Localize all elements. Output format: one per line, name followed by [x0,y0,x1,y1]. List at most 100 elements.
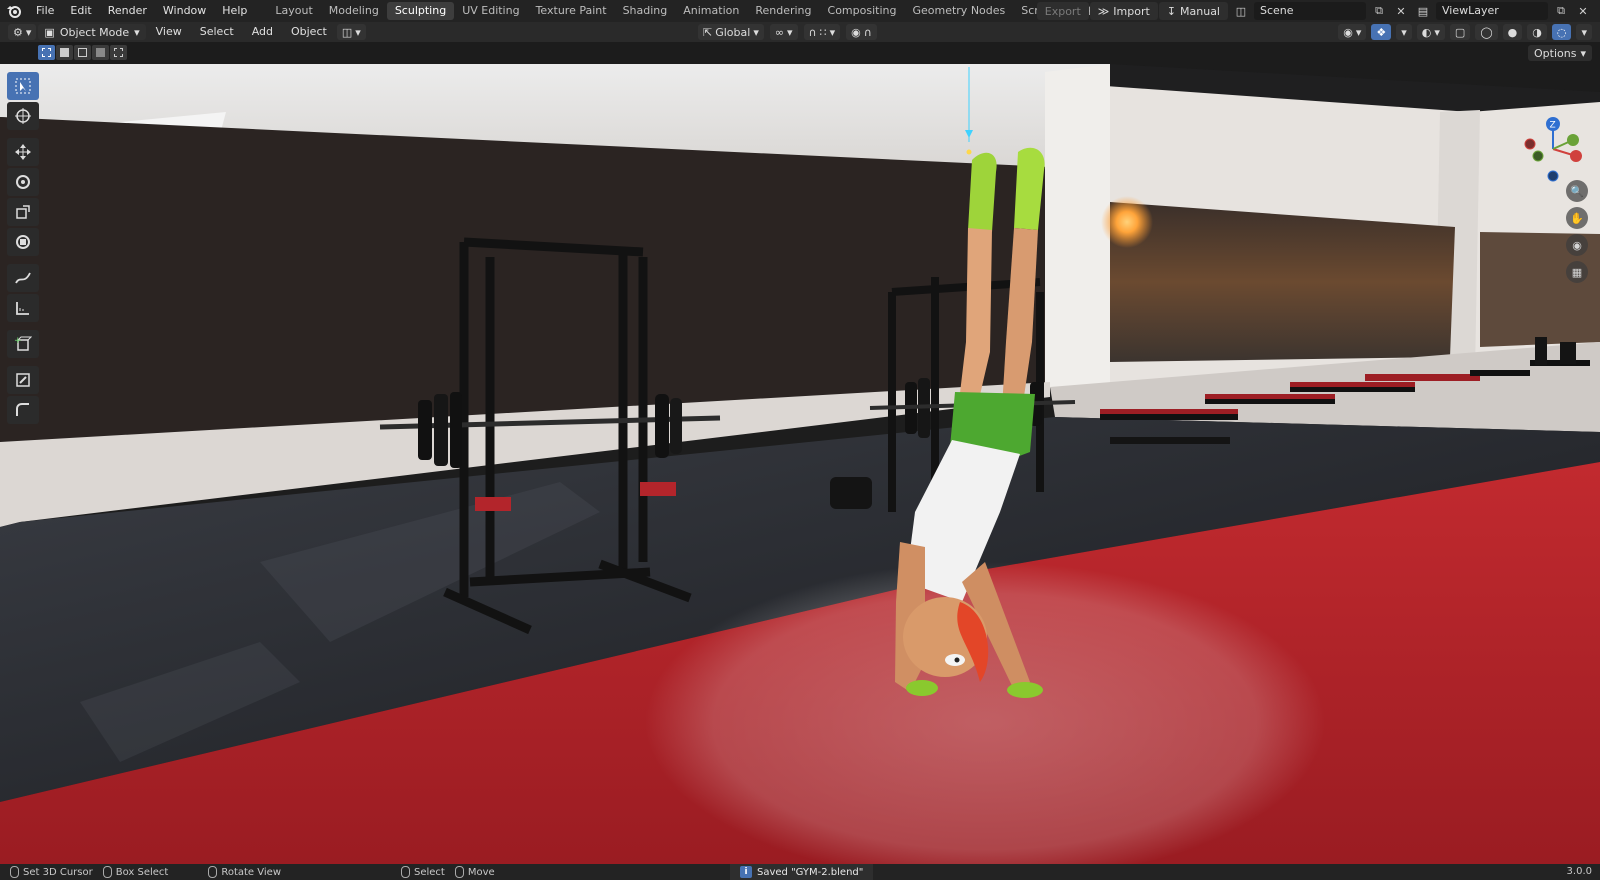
header-extra-dropdown[interactable]: ◫ ▾ [336,24,366,40]
info-icon: i [740,866,752,878]
status-move-label: Move [467,866,495,878]
select-new-button[interactable] [38,45,55,60]
tab-modeling[interactable]: Modeling [321,2,387,20]
chevron-down-icon: ▾ [1580,46,1586,60]
mouse-middle-icon [208,866,218,878]
status-select: Select [401,866,445,878]
view-layer-icon[interactable]: ▤ [1414,2,1432,20]
header-menu-select[interactable]: Select [192,22,242,42]
transform-orientation-dropdown[interactable]: ⇱ Global ▾ [698,24,764,40]
header-menu-object[interactable]: Object [283,22,335,42]
transform-tool[interactable] [7,228,39,256]
tab-uv-editing[interactable]: UV Editing [454,2,527,20]
manual-button[interactable]: ↧ Manual [1158,2,1228,20]
top-menu-bar: File Edit Render Window Help Layout Mode… [0,0,1600,22]
orientation-label: Global [715,25,751,39]
snap-grid-icon: ∷ [819,25,827,39]
zoom-button[interactable]: 🔍 [1566,180,1588,202]
select-intersect-button[interactable] [110,45,127,60]
shading-solid[interactable]: ● [1502,24,1523,40]
mouse-right-drag-icon [454,866,464,878]
scene-name-field[interactable]: Scene [1254,2,1366,20]
editor-type-button[interactable]: ⚙ ▾ [8,24,37,40]
annotate-tool[interactable] [7,264,39,292]
download-icon: ↧ [1166,4,1177,18]
shading-rendered[interactable]: ◌ [1551,24,1572,40]
tab-texture-paint[interactable]: Texture Paint [528,2,615,20]
pan-button[interactable]: ✋ [1566,207,1588,229]
version-label: 3.0.0 [1566,866,1592,877]
ortho-toggle-button[interactable]: ▦ [1566,261,1588,283]
header-menu-view[interactable]: View [148,22,190,42]
wireframe-icon: ◯ [1480,25,1493,39]
tab-rendering[interactable]: Rendering [747,2,819,20]
status-box-select: Box Select [102,866,168,878]
overlays-toggle[interactable]: ◐ ▾ [1416,24,1445,40]
bevel-tool[interactable] [7,396,39,424]
menu-edit[interactable]: Edit [62,0,99,22]
snap-toggle[interactable]: ∩ ∷ ▾ [803,24,841,40]
blender-logo-icon[interactable] [0,0,28,22]
manual-label: Manual [1180,4,1220,18]
workspace-tabs: Layout Modeling Sculpting UV Editing Tex… [267,0,1101,22]
menu-window[interactable]: Window [155,0,214,22]
copy-view-layer-icon[interactable]: ⧉ [1552,2,1570,20]
tab-shading[interactable]: Shading [615,2,676,20]
camera-view-button[interactable]: ◉ [1566,234,1588,256]
viewport-header: ⚙ ▾ ▣ Object Mode ▾ View Select Add Objec… [0,22,1600,42]
status-set-cursor-label: Set 3D Cursor [23,866,93,878]
select-extend-button[interactable] [56,45,73,60]
close-scene-icon[interactable]: ✕ [1392,2,1410,20]
header-menu-add[interactable]: Add [244,22,281,42]
viewport-subheader: Options ▾ [0,42,1600,64]
xray-toggle[interactable]: ▢ [1449,24,1471,40]
3d-viewport[interactable]: + Z 🔍 ✋ ◉ ▦ [0,42,1600,864]
status-set-cursor: Set 3D Cursor [10,866,93,878]
grid-icon: ▦ [1571,265,1583,279]
measure-tool[interactable] [7,294,39,322]
close-view-layer-icon[interactable]: ✕ [1574,2,1592,20]
gizmo-dropdown[interactable]: ▾ [1396,24,1412,40]
shading-dropdown[interactable]: ▾ [1576,24,1592,40]
rendered-scene [0,42,1600,864]
visibility-dropdown[interactable]: ◉ ▾ [1338,24,1367,40]
tab-layout[interactable]: Layout [267,2,320,20]
copy-scene-icon[interactable]: ⧉ [1370,2,1388,20]
add-cube-tool[interactable]: + [7,330,39,358]
status-rotate-view: Rotate View [208,866,281,878]
tab-sculpting[interactable]: Sculpting [386,2,455,20]
menu-render[interactable]: Render [100,0,155,22]
object-mode-dropdown[interactable]: ▣ Object Mode ▾ [38,24,146,40]
rotate-tool[interactable] [7,168,39,196]
move-tool[interactable] [7,138,39,166]
tab-geometry-nodes[interactable]: Geometry Nodes [904,2,1013,20]
tab-animation[interactable]: Animation [675,2,747,20]
extrude-tool[interactable] [7,366,39,394]
view-layer-field[interactable]: ViewLayer [1436,2,1548,20]
pivot-dropdown[interactable]: ∞ ▾ [769,24,798,40]
export-label: Export [1044,4,1081,18]
select-invert-button[interactable] [92,45,109,60]
shading-wireframe[interactable]: ◯ [1475,24,1498,40]
select-subtract-button[interactable] [74,45,91,60]
navigation-gizmo[interactable]: Z [1518,114,1588,184]
tab-compositing[interactable]: Compositing [820,2,905,20]
pivot-icon: ∞ [774,25,785,39]
export-button[interactable]: Export [1036,2,1089,20]
header-center: ⇱ Global ▾ ∞ ▾ ∩ ∷ ▾ ◉ ∩ [698,24,877,40]
menu-help[interactable]: Help [214,0,255,22]
overlays-icon: ◐ [1421,25,1432,39]
cursor-tool[interactable] [7,102,39,130]
select-box-tool[interactable] [7,72,39,100]
options-dropdown[interactable]: Options ▾ [1528,45,1592,61]
rendered-icon: ◌ [1556,25,1567,39]
chevron-down-icon: ▾ [1401,25,1407,39]
import-button[interactable]: ≫ Import [1089,2,1158,20]
menu-file[interactable]: File [28,0,62,22]
scale-tool[interactable] [7,198,39,226]
navigation-buttons: 🔍 ✋ ◉ ▦ [1566,180,1588,283]
scene-icon[interactable]: ◫ [1232,2,1250,20]
proportional-edit-toggle[interactable]: ◉ ∩ [846,24,877,40]
gizmo-toggle[interactable]: ❖ [1371,24,1392,40]
shading-material[interactable]: ◑ [1527,24,1547,40]
